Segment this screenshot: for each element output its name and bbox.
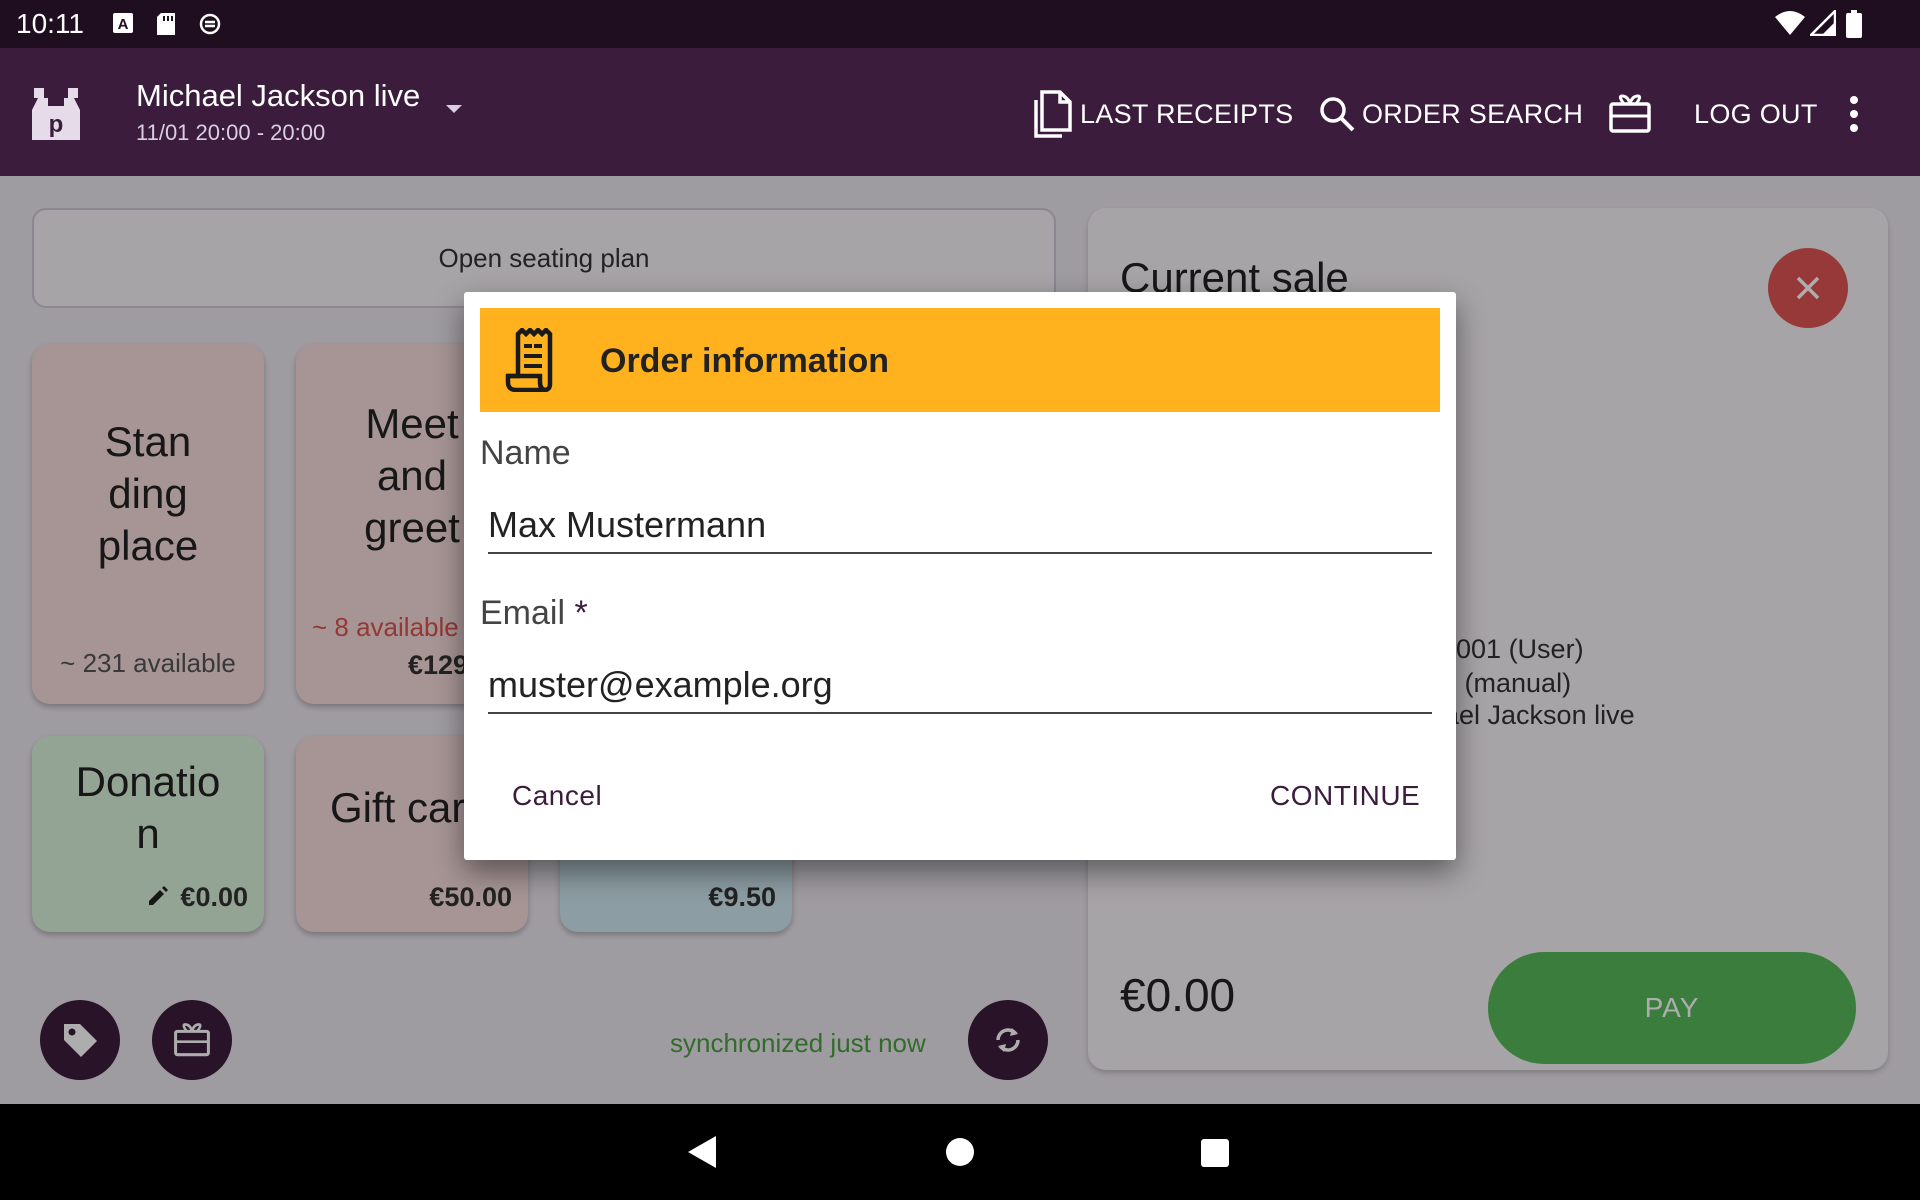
svg-text:A: A [118,16,129,33]
navigation-bar [0,1104,1920,1200]
name-label: Name [480,434,571,472]
log-out-label: LOG OUT [1694,98,1818,129]
gift-card-icon[interactable] [1608,94,1652,134]
receipts-icon [1034,90,1072,138]
sd-card-icon [157,13,175,35]
required-marker: * [574,594,588,632]
more-options-icon[interactable] [1848,94,1860,134]
a-notification-icon: A [113,13,133,33]
recents-icon[interactable] [1200,1138,1230,1168]
battery-icon [1846,10,1862,38]
receipt-icon [505,328,553,392]
last-receipts-label: LAST RECEIPTS [1080,98,1294,129]
sync-notification-icon [199,13,221,35]
last-receipts-button[interactable]: LAST RECEIPTS [1032,90,1294,138]
dialog-header: Order information [480,308,1440,412]
order-information-dialog: Order information Name Email * Cancel CO… [464,292,1456,860]
cell-signal-icon [1810,10,1836,36]
search-icon [1320,97,1355,132]
name-field[interactable] [488,498,1432,554]
svg-text:p: p [49,111,64,138]
status-bar: 10:11 A [0,0,1920,48]
email-label: Email * [480,594,588,633]
order-search-button[interactable]: ORDER SEARCH [1318,94,1583,134]
event-title[interactable]: Michael Jackson live [136,78,420,114]
log-out-button[interactable]: LOG OUT [1694,94,1818,134]
dialog-title: Order information [600,342,890,380]
app-bar: p Michael Jackson live 11/01 20:00 - 20:… [0,48,1920,176]
continue-button[interactable]: CONTINUE [1270,780,1420,812]
home-icon[interactable] [944,1136,976,1168]
status-time: 10:11 [16,8,84,39]
wifi-icon [1775,11,1805,35]
email-field[interactable] [488,658,1432,714]
email-label-text: Email [480,594,566,632]
pretix-logo-icon: p [32,88,80,140]
back-icon[interactable] [686,1134,718,1170]
cancel-button[interactable]: Cancel [512,780,602,812]
chevron-down-icon[interactable] [444,103,464,115]
event-date: 11/01 20:00 - 20:00 [136,120,326,145]
order-search-label: ORDER SEARCH [1362,98,1584,129]
